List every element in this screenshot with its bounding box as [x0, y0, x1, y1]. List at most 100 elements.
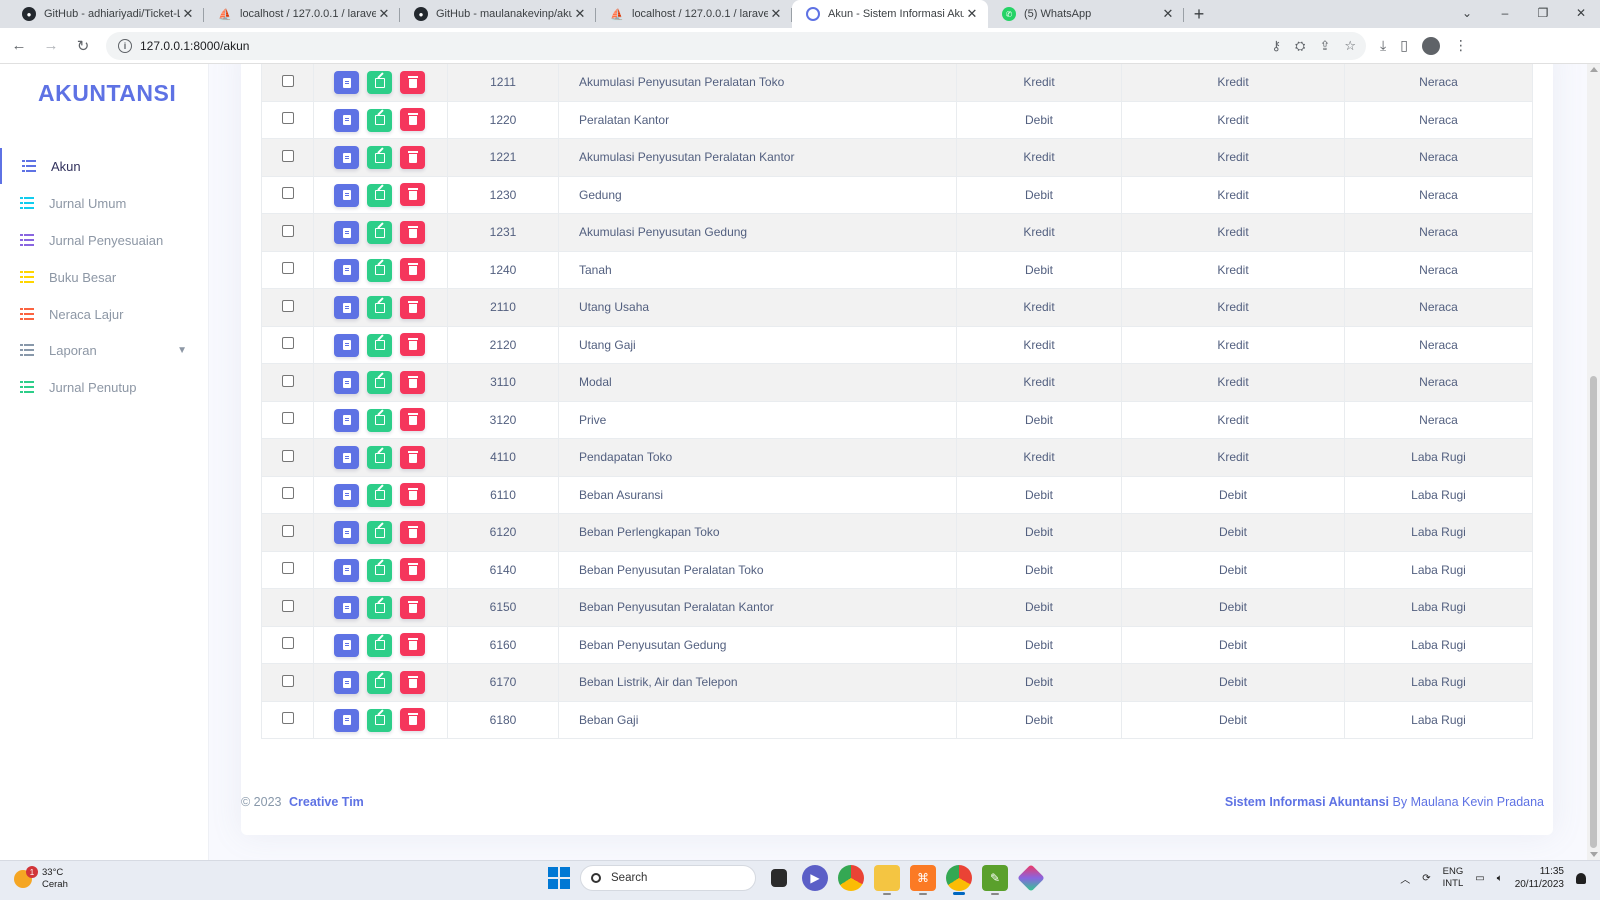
edit-button[interactable]: [367, 108, 392, 132]
view-button[interactable]: [334, 446, 359, 469]
account-code[interactable]: 6170: [447, 663, 559, 702]
delete-button[interactable]: [400, 520, 425, 544]
row-checkbox[interactable]: [281, 112, 294, 125]
account-code[interactable]: 6180: [447, 700, 559, 739]
view-button[interactable]: [334, 333, 359, 357]
browser-tab[interactable]: ● GitHub - adhiariyadi/Ticket-Lara✕: [8, 0, 204, 28]
row-checkbox[interactable]: [281, 524, 294, 537]
side-panel-icon[interactable]: ▯: [1400, 37, 1408, 54]
view-button[interactable]: [334, 296, 359, 319]
delete-button[interactable]: [400, 220, 425, 244]
back-button[interactable]: ←: [6, 33, 32, 59]
account-code[interactable]: 6140: [447, 550, 559, 589]
new-tab-button[interactable]: +: [1184, 0, 1214, 28]
delete-button[interactable]: [400, 333, 425, 356]
browser-tab[interactable]: Akun - Sistem Informasi Akuntan✕: [792, 0, 988, 28]
row-checkbox[interactable]: [281, 637, 294, 650]
account-code[interactable]: 6110: [447, 475, 559, 514]
close-tab-icon[interactable]: ✕: [1160, 6, 1176, 22]
tab-search-icon[interactable]: ⌄: [1448, 0, 1486, 26]
sidebar-item-jurnal-penyesuaian[interactable]: Jurnal Penyesuaian: [0, 222, 209, 258]
view-button[interactable]: [334, 108, 359, 132]
minimize-button[interactable]: –: [1486, 0, 1524, 26]
edit-button[interactable]: [367, 408, 392, 432]
taskbar-search[interactable]: Search: [580, 865, 756, 891]
delete-button[interactable]: [400, 295, 425, 319]
close-tab-icon[interactable]: ✕: [572, 6, 588, 22]
browser-menu-icon[interactable]: ⋮: [1454, 37, 1468, 54]
view-button[interactable]: [334, 221, 359, 244]
view-button[interactable]: [334, 521, 359, 544]
row-checkbox[interactable]: [281, 674, 294, 687]
edit-button[interactable]: [367, 71, 392, 94]
sidebar-item-laporan[interactable]: Laporan ▼: [0, 332, 209, 368]
view-button[interactable]: [334, 71, 359, 94]
view-button[interactable]: [334, 258, 359, 282]
delete-button[interactable]: [400, 183, 425, 206]
edit-button[interactable]: [367, 446, 392, 469]
account-code[interactable]: 1211: [447, 64, 559, 102]
site-info-icon[interactable]: i: [118, 38, 132, 53]
delete-button[interactable]: [400, 70, 425, 94]
author-credit[interactable]: By Maulana Kevin Pradana: [1393, 795, 1544, 809]
close-tab-icon[interactable]: ✕: [768, 6, 784, 22]
account-code[interactable]: 3110: [447, 363, 559, 402]
sidebar-item-akun[interactable]: Akun: [0, 148, 209, 184]
brand-logo[interactable]: AKUNTANSI: [38, 80, 176, 107]
account-code[interactable]: 6120: [447, 513, 559, 552]
view-button[interactable]: [334, 558, 359, 582]
share-icon[interactable]: ⇪: [1319, 38, 1330, 54]
account-code[interactable]: 3120: [447, 400, 559, 439]
view-button[interactable]: [334, 483, 359, 507]
close-tab-icon[interactable]: ✕: [180, 6, 196, 22]
delete-button[interactable]: [400, 108, 425, 131]
language-indicator[interactable]: ENG INTL: [1443, 866, 1464, 890]
view-button[interactable]: [334, 671, 359, 694]
teams-chat-icon[interactable]: ▶: [802, 865, 828, 891]
editor-app-icon[interactable]: ✎: [982, 865, 1008, 895]
account-code[interactable]: 1230: [447, 175, 559, 214]
browser-tab[interactable]: ✆ (5) WhatsApp ✕: [988, 0, 1184, 28]
reload-button[interactable]: ↻: [70, 33, 96, 59]
edit-button[interactable]: [367, 371, 392, 394]
delete-button[interactable]: [400, 258, 425, 281]
row-checkbox[interactable]: [281, 487, 294, 500]
delete-button[interactable]: [400, 595, 425, 619]
sidebar-item-jurnal-penutup[interactable]: Jurnal Penutup: [0, 369, 209, 405]
row-checkbox[interactable]: [281, 299, 294, 312]
scroll-down-arrow[interactable]: [1590, 852, 1598, 857]
volume-icon[interactable]: 🔈︎: [1497, 873, 1503, 884]
edit-button[interactable]: [367, 671, 392, 694]
sidebar-item-buku-besar[interactable]: Buku Besar: [0, 259, 209, 295]
delete-button[interactable]: [400, 558, 425, 581]
show-hidden-icons[interactable]: ︿: [1400, 871, 1410, 886]
view-button[interactable]: [334, 146, 359, 169]
view-button[interactable]: [334, 708, 359, 732]
network-icon[interactable]: ▭: [1475, 873, 1484, 884]
delete-button[interactable]: [400, 483, 425, 506]
address-bar[interactable]: i 127.0.0.1:8000/akun ⚷ ⛭ ⇪ ☆: [106, 31, 1366, 60]
row-checkbox[interactable]: [281, 262, 294, 275]
edit-button[interactable]: [367, 708, 392, 732]
translate-icon[interactable]: ⛭: [1295, 38, 1305, 54]
password-key-icon[interactable]: ⚷: [1272, 38, 1282, 54]
chrome-app-icon[interactable]: [838, 865, 864, 891]
row-checkbox[interactable]: [281, 224, 294, 237]
edit-button[interactable]: [367, 596, 392, 619]
edit-button[interactable]: [367, 521, 392, 544]
view-button[interactable]: [334, 183, 359, 207]
row-checkbox[interactable]: [281, 599, 294, 612]
sync-icon[interactable]: ⟳: [1422, 873, 1430, 884]
row-checkbox[interactable]: [281, 74, 294, 87]
account-code[interactable]: 6160: [447, 625, 559, 664]
account-code[interactable]: 6150: [447, 588, 559, 627]
delete-button[interactable]: [400, 670, 425, 694]
row-checkbox[interactable]: [281, 449, 294, 462]
git-client-icon[interactable]: [1017, 864, 1045, 892]
browser-tab[interactable]: ● GitHub - maulanakevinp/akunta✕: [400, 0, 596, 28]
edit-button[interactable]: [367, 333, 392, 357]
row-checkbox[interactable]: [281, 149, 294, 162]
view-button[interactable]: [334, 408, 359, 432]
edit-button[interactable]: [367, 183, 392, 207]
view-button[interactable]: [334, 633, 359, 657]
